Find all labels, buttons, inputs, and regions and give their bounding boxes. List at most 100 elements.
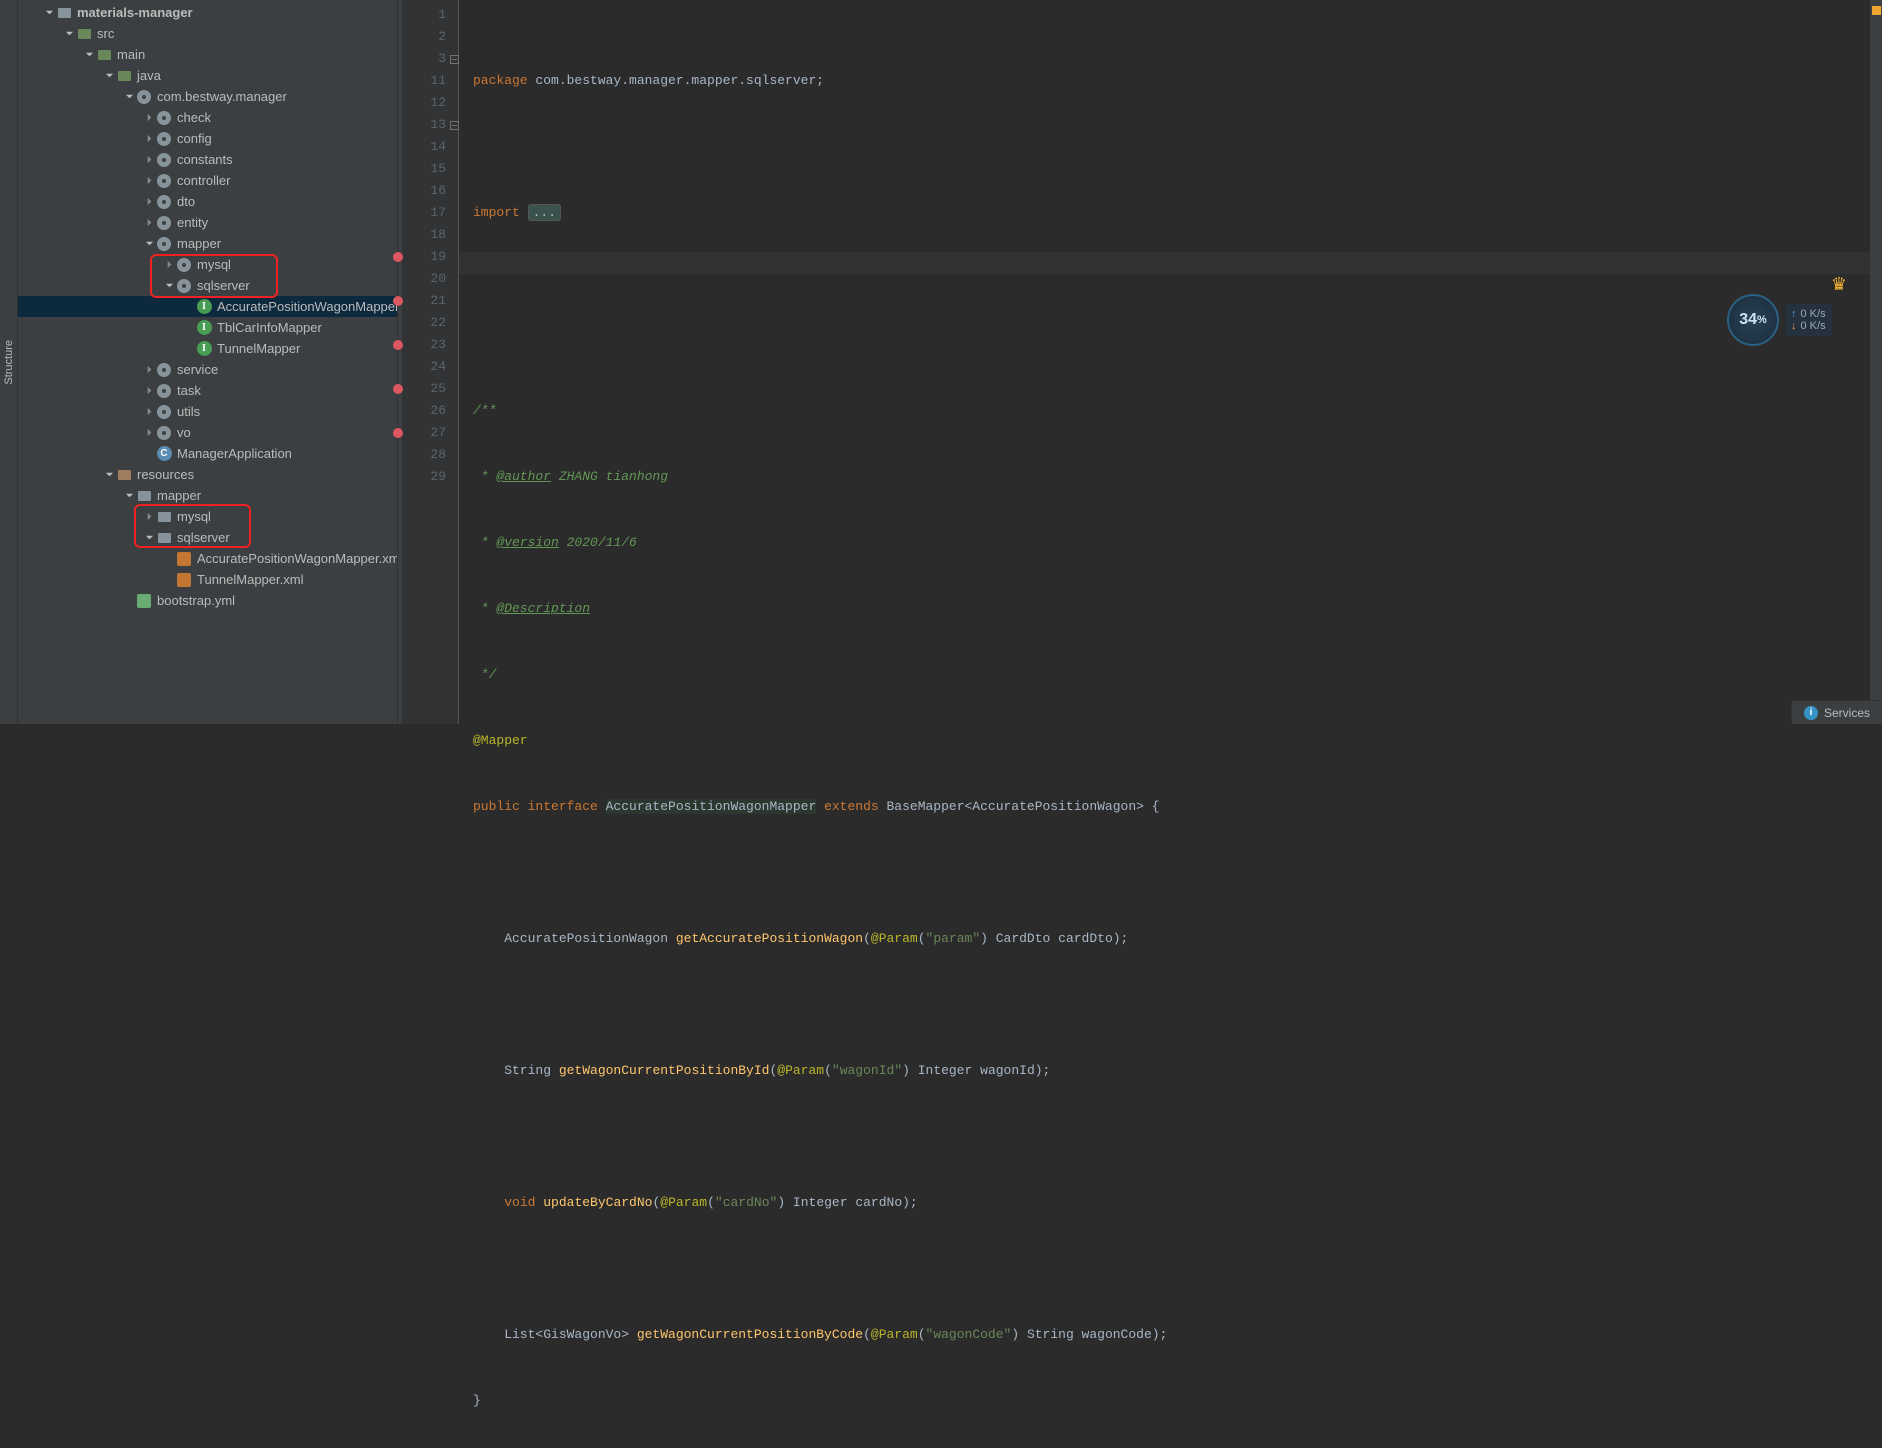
services-tool-tab[interactable]: i Services: [1791, 700, 1882, 724]
tree-item-com-bestway-manager[interactable]: com.bestway.manager: [18, 86, 397, 107]
tree-item-accuratepositionwagonmapper[interactable]: IAccuratePositionWagonMapper: [18, 296, 397, 317]
line-number[interactable]: 2: [403, 26, 446, 48]
expand-arrow-icon[interactable]: [142, 405, 156, 419]
tree-item-label: src: [97, 26, 114, 41]
breakpoint-icon[interactable]: [393, 252, 403, 262]
expand-arrow-icon[interactable]: [142, 153, 156, 167]
line-number[interactable]: 1: [403, 4, 446, 26]
tree-item-resources[interactable]: resources: [18, 464, 397, 485]
expand-arrow-icon[interactable]: [102, 69, 116, 83]
line-number[interactable]: 23: [403, 334, 446, 356]
fold-toggle-icon[interactable]: [450, 55, 459, 64]
tree-item-src[interactable]: src: [18, 23, 397, 44]
expand-arrow-icon[interactable]: [142, 174, 156, 188]
expand-arrow-icon[interactable]: [62, 27, 76, 41]
line-number[interactable]: 22: [403, 312, 446, 334]
expand-arrow-icon[interactable]: [142, 363, 156, 377]
tree-item-mapper[interactable]: mapper: [18, 233, 397, 254]
warning-marker[interactable]: [1872, 6, 1881, 15]
tree-item-materials-manager[interactable]: materials-manager: [18, 2, 397, 23]
tree-item-service[interactable]: service: [18, 359, 397, 380]
class-icon: C: [156, 446, 172, 462]
line-number[interactable]: 11: [403, 70, 446, 92]
tree-item-check[interactable]: check: [18, 107, 397, 128]
tree-item-main[interactable]: main: [18, 44, 397, 65]
expand-arrow-icon[interactable]: [162, 258, 176, 272]
code-area[interactable]: package com.bestway.manager.mapper.sqlse…: [459, 0, 1870, 724]
line-number[interactable]: 27: [403, 422, 446, 444]
expand-arrow-icon[interactable]: [142, 237, 156, 251]
tree-item-tblcarinfomapper[interactable]: ITblCarInfoMapper: [18, 317, 397, 338]
line-number[interactable]: 15: [403, 158, 446, 180]
error-stripe[interactable]: [1870, 0, 1882, 724]
breakpoint-icon[interactable]: [393, 340, 403, 350]
expand-arrow-icon[interactable]: [122, 90, 136, 104]
tree-item-tunnelmapper[interactable]: ITunnelMapper: [18, 338, 397, 359]
line-number[interactable]: 26: [403, 400, 446, 422]
tree-item-task[interactable]: task: [18, 380, 397, 401]
line-number[interactable]: 16: [403, 180, 446, 202]
tree-item-accuratepositionwagonmapper-xml[interactable]: AccuratePositionWagonMapper.xml: [18, 548, 397, 569]
line-number[interactable]: 29: [403, 466, 446, 488]
tree-item-controller[interactable]: controller: [18, 170, 397, 191]
network-widget[interactable]: ♛ 34% ↑0 K/s ↓0 K/s: [1727, 290, 1857, 350]
tree-item-config[interactable]: config: [18, 128, 397, 149]
tree-item-entity[interactable]: entity: [18, 212, 397, 233]
line-number[interactable]: 18: [403, 224, 446, 246]
breakpoint-icon[interactable]: [393, 296, 403, 306]
tree-item-java[interactable]: java: [18, 65, 397, 86]
expand-arrow-icon[interactable]: [142, 195, 156, 209]
tree-item-utils[interactable]: utils: [18, 401, 397, 422]
tree-item-tunnelmapper-xml[interactable]: TunnelMapper.xml: [18, 569, 397, 590]
tree-item-managerapplication[interactable]: CManagerApplication: [18, 443, 397, 464]
expand-arrow-icon[interactable]: [142, 510, 156, 524]
tree-item-mysql[interactable]: mysql: [18, 506, 397, 527]
line-number[interactable]: 13: [403, 114, 446, 136]
editor[interactable]: 1231112131415161718192021222324252627282…: [403, 0, 1882, 724]
no-arrow: [142, 447, 156, 461]
project-tree[interactable]: materials-manager src mainjavacom.bestway.…: [18, 0, 398, 724]
package-icon: [156, 131, 172, 147]
gutter[interactable]: 1231112131415161718192021222324252627282…: [403, 0, 459, 724]
breakpoint-icon[interactable]: [393, 384, 403, 394]
tree-item-bootstrap-yml[interactable]: bootstrap.yml: [18, 590, 397, 611]
tree-item-sqlserver[interactable]: sqlserver: [18, 275, 397, 296]
fold-toggle-icon[interactable]: [450, 121, 459, 130]
fold-import[interactable]: ...: [528, 204, 561, 221]
line-number[interactable]: 12: [403, 92, 446, 114]
tree-item-dto[interactable]: dto: [18, 191, 397, 212]
expand-arrow-icon[interactable]: [142, 132, 156, 146]
expand-arrow-icon[interactable]: [82, 48, 96, 62]
breakpoint-icon[interactable]: [393, 428, 403, 438]
line-number[interactable]: 20: [403, 268, 446, 290]
line-number[interactable]: 21: [403, 290, 446, 312]
source-folder-icon: [96, 47, 112, 63]
expand-arrow-icon[interactable]: [162, 279, 176, 293]
expand-arrow-icon[interactable]: [122, 489, 136, 503]
expand-arrow-icon[interactable]: [142, 384, 156, 398]
expand-arrow-icon[interactable]: [42, 6, 56, 20]
tree-item-label: config: [177, 131, 212, 146]
tree-item-mysql[interactable]: mysql: [18, 254, 397, 275]
line-number[interactable]: 24: [403, 356, 446, 378]
line-number[interactable]: 19: [403, 246, 446, 268]
line-number[interactable]: 14: [403, 136, 446, 158]
tree-item-label: bootstrap.yml: [157, 593, 235, 608]
tree-item-sqlserver[interactable]: sqlserver: [18, 527, 397, 548]
expand-arrow-icon[interactable]: [142, 216, 156, 230]
tree-item-mapper[interactable]: mapper: [18, 485, 397, 506]
line-number[interactable]: 3: [403, 48, 446, 70]
tree-item-constants[interactable]: constants: [18, 149, 397, 170]
line-number[interactable]: 17: [403, 202, 446, 224]
resources-folder-icon: [116, 467, 132, 483]
structure-tab[interactable]: Structure: [0, 0, 18, 724]
expand-arrow-icon[interactable]: [142, 426, 156, 440]
expand-arrow-icon[interactable]: [142, 111, 156, 125]
line-number[interactable]: 25: [403, 378, 446, 400]
line-number[interactable]: 28: [403, 444, 446, 466]
expand-arrow-icon[interactable]: [142, 531, 156, 545]
expand-arrow-icon[interactable]: [102, 468, 116, 482]
tree-item-vo[interactable]: vo: [18, 422, 397, 443]
folder-icon: [56, 5, 72, 21]
tree-item-label: resources: [137, 467, 194, 482]
